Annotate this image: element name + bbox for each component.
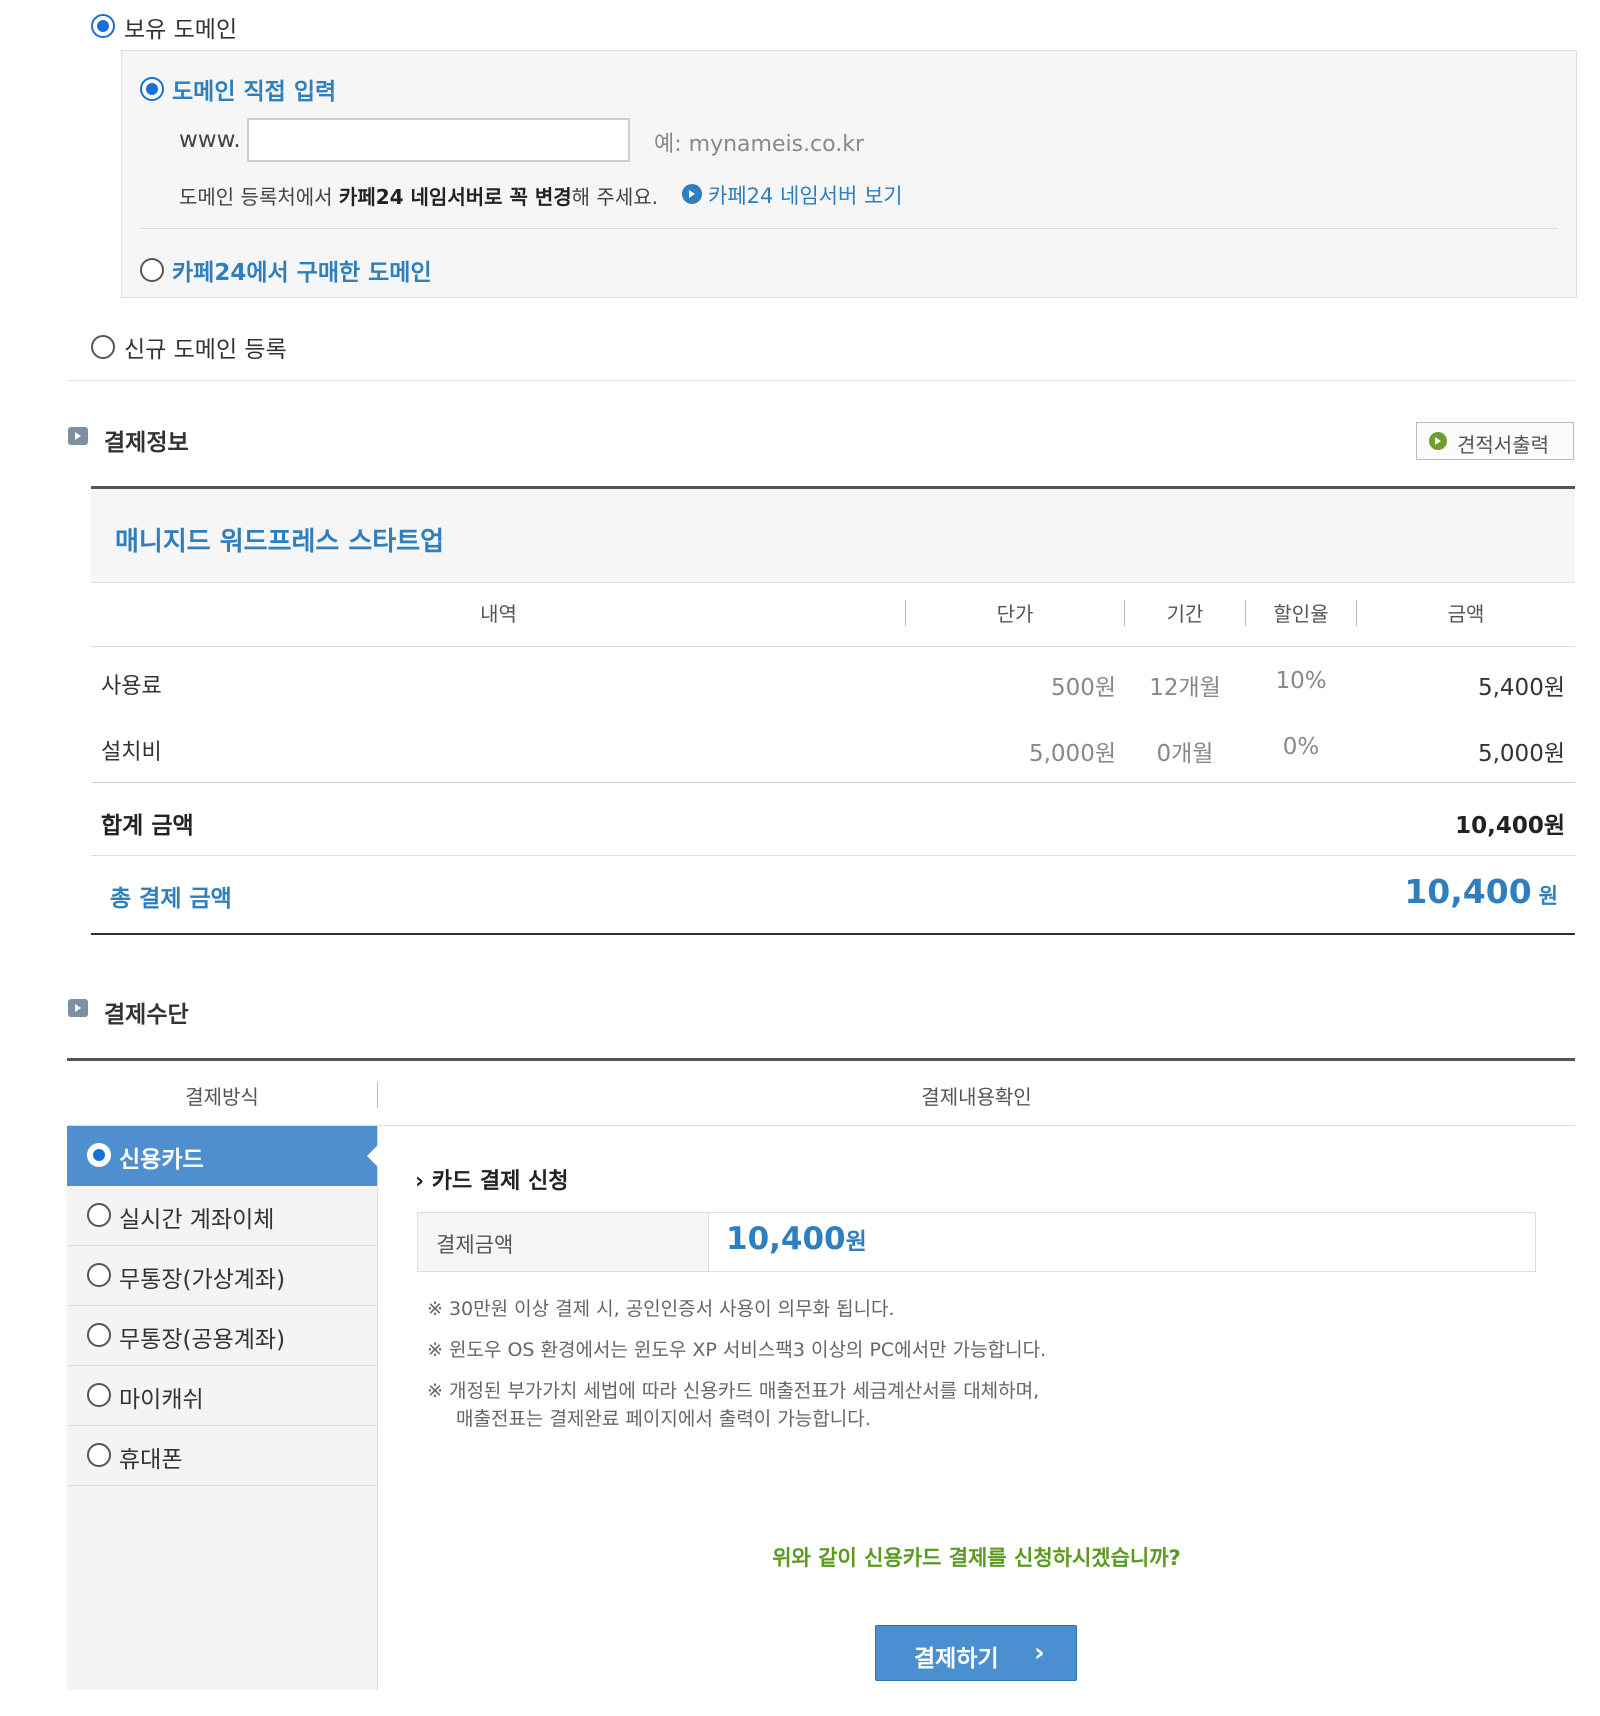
method-radio[interactable] <box>87 1203 111 1227</box>
column-header-discount: 할인율 <box>1273 602 1329 626</box>
method-radio[interactable] <box>87 1443 111 1467</box>
card-request-title: › 카드 결제 신청 <box>415 1163 569 1195</box>
method-label: 무통장(공용계좌) <box>119 1327 286 1353</box>
method-radio[interactable] <box>87 1263 111 1287</box>
note-line: ※ 윈도우 OS 환경에서는 윈도우 XP 서비스팩3 이상의 PC에서만 가능… <box>427 1339 1047 1361</box>
row-discount: 10% <box>1275 668 1327 694</box>
column-header-item: 내역 <box>480 602 517 626</box>
chevron-right-icon: › <box>1034 1638 1045 1668</box>
method-label: 실시간 계좌이체 <box>119 1207 275 1233</box>
quote-print-button[interactable]: 견적서출력 <box>1416 422 1574 460</box>
domain-example: 예: mynameis.co.kr <box>654 132 865 157</box>
divider <box>140 228 1558 229</box>
new-domain-radio[interactable] <box>91 335 115 359</box>
row-unit-price: 500원 <box>1050 675 1116 701</box>
owned-domain-radio[interactable] <box>91 14 115 38</box>
method-table-top-border <box>67 1058 1575 1061</box>
subtotal-value: 10,400원 <box>1455 813 1565 839</box>
method-item-shared-account[interactable]: 무통장(공용계좌) <box>67 1306 377 1366</box>
column-header-unit-price: 단가 <box>996 602 1034 626</box>
method-label: 휴대폰 <box>119 1447 183 1473</box>
owned-domain-label: 보유 도메인 <box>124 17 238 43</box>
method-item-credit-card[interactable]: 신용카드 <box>67 1126 379 1186</box>
note-line: 매출전표는 결제완료 페이지에서 출력이 가능합니다. <box>456 1408 871 1430</box>
table-bottom-border <box>91 933 1575 935</box>
purchased-domain-radio[interactable] <box>140 258 164 282</box>
method-item-virtual-account[interactable]: 무통장(가상계좌) <box>67 1246 377 1306</box>
section-bullet-icon <box>68 999 88 1017</box>
www-prefix: www. <box>179 127 241 153</box>
nameserver-notice: 도메인 등록처에서 카페24 네임서버로 꼭 변경해 주세요. <box>179 181 658 210</box>
domain-input[interactable] <box>247 118 630 162</box>
note-line: ※ 개정된 부가가치 세법에 따라 신용카드 매출전표가 세금계산서를 대체하며… <box>427 1380 1040 1402</box>
amount-box: 결제금액 10,400원 <box>417 1212 1536 1272</box>
column-header-period: 기간 <box>1166 602 1204 626</box>
amount-value: 10,400 <box>726 1221 846 1257</box>
column-header-confirm: 결제내용확인 <box>921 1085 1032 1109</box>
notice-text-post: 해 주세요. <box>571 185 658 209</box>
total-amount: 10,400 원 <box>1250 872 1558 911</box>
method-item-mycash[interactable]: 마이캐쉬 <box>67 1366 377 1426</box>
row-discount: 0% <box>1282 734 1320 760</box>
chevron-circle-icon <box>1429 432 1447 450</box>
subtotal-label: 합계 금액 <box>101 813 194 839</box>
method-label: 신용카드 <box>119 1147 204 1173</box>
chevron-right-icon: › <box>415 1169 425 1194</box>
payment-method-title: 결제수단 <box>104 1002 189 1028</box>
confirm-question: 위와 같이 신용카드 결제를 신청하시겠습니까? <box>772 1546 1181 1570</box>
pay-button-label: 결제하기 <box>914 1646 999 1672</box>
rows-divider <box>91 782 1575 783</box>
row-amount: 5,400원 <box>1477 675 1565 701</box>
pay-button[interactable]: 결제하기 › <box>875 1625 1077 1681</box>
total-unit: 원 <box>1538 884 1558 908</box>
amount-label: 결제금액 <box>436 1233 514 1257</box>
row-item: 설치비 <box>101 740 162 765</box>
notice-text-pre: 도메인 등록처에서 <box>179 185 339 209</box>
amount-value-wrap: 10,400원 <box>726 1221 867 1257</box>
subtotal-divider <box>91 855 1575 856</box>
card-request-title-text: 카드 결제 신청 <box>431 1169 569 1194</box>
method-item-mobile[interactable]: 휴대폰 <box>67 1426 377 1486</box>
row-period: 0개월 <box>1156 741 1214 767</box>
chevron-circle-icon <box>682 184 702 204</box>
note-line: ※ 30만원 이상 결제 시, 공인인증서 사용이 의무화 됩니다. <box>427 1298 895 1320</box>
method-item-realtime-transfer[interactable]: 실시간 계좌이체 <box>67 1186 377 1246</box>
method-radio[interactable] <box>87 1143 111 1167</box>
nameserver-link[interactable]: 카페24 네임서버 보기 <box>708 180 903 210</box>
section-divider <box>67 380 1575 381</box>
method-label: 무통장(가상계좌) <box>119 1267 286 1293</box>
column-header-amount: 금액 <box>1447 602 1485 626</box>
new-domain-label[interactable]: 신규 도메인 등록 <box>124 330 287 364</box>
amount-unit: 원 <box>845 1229 867 1255</box>
total-value: 10,400 <box>1404 872 1532 911</box>
column-header-method: 결제방식 <box>185 1085 259 1109</box>
method-radio[interactable] <box>87 1383 111 1407</box>
selected-pointer <box>367 1144 379 1168</box>
header-divider <box>91 646 1575 647</box>
product-name: 매니지드 워드프레스 스타트업 <box>115 527 445 557</box>
method-radio[interactable] <box>87 1323 111 1347</box>
row-period: 12개월 <box>1149 675 1221 701</box>
row-unit-price: 5,000원 <box>1028 741 1116 767</box>
quote-print-label: 견적서출력 <box>1457 433 1549 457</box>
total-label: 총 결제 금액 <box>110 886 232 912</box>
direct-input-label[interactable]: 도메인 직접 입력 <box>172 72 336 106</box>
direct-input-radio[interactable] <box>140 77 164 101</box>
purchased-domain-label[interactable]: 카페24에서 구매한 도메인 <box>172 253 432 287</box>
row-amount: 5,000원 <box>1477 741 1565 767</box>
payment-info-title: 결제정보 <box>104 430 189 456</box>
section-bullet-icon <box>68 427 88 445</box>
method-label: 마이캐쉬 <box>119 1387 204 1413</box>
notice-text-bold: 카페24 네임서버로 꼭 변경 <box>338 185 572 209</box>
row-item: 사용료 <box>101 674 162 699</box>
